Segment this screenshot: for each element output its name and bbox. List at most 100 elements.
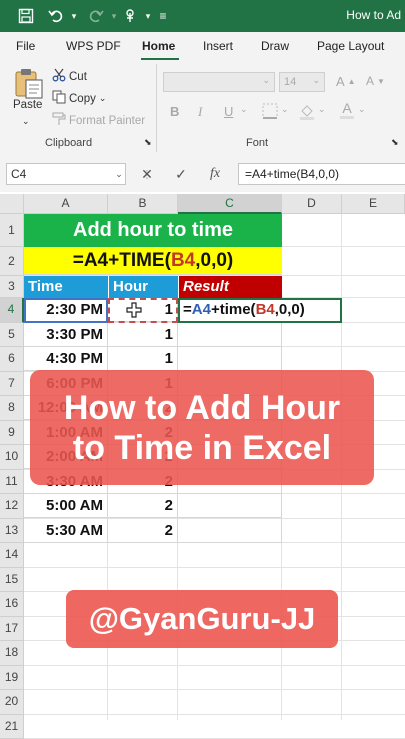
- channel-credit: @GyanGuru-JJ: [66, 590, 338, 648]
- formula-input[interactable]: =A4+time(B4,0,0): [238, 163, 405, 185]
- name-box-dropdown-icon[interactable]: ⌄: [112, 163, 126, 185]
- name-box-value: C4: [11, 167, 26, 181]
- col-header-d[interactable]: D: [282, 194, 342, 214]
- cut-label: Cut: [69, 71, 87, 83]
- row-header-21[interactable]: 21: [0, 715, 24, 739]
- formula-banner[interactable]: =A4+TIME(B4,0,0): [24, 247, 282, 275]
- font-group-label: Font: [246, 137, 268, 149]
- header-result[interactable]: Result: [178, 276, 282, 298]
- decrease-font-icon[interactable]: A▼: [366, 74, 385, 88]
- tab-wps-pdf[interactable]: WPS PDF: [66, 39, 121, 53]
- time-cell[interactable]: 4:30 PM: [24, 347, 108, 371]
- bold-button[interactable]: B: [170, 104, 179, 119]
- row-header-8[interactable]: 8: [0, 396, 24, 421]
- redo-icon[interactable]: [84, 5, 108, 27]
- row-header-6[interactable]: 6: [0, 347, 24, 372]
- row-header-19[interactable]: 19: [0, 666, 24, 691]
- time-cell[interactable]: 5:30 AM: [24, 519, 108, 543]
- row-header-13[interactable]: 13: [0, 519, 24, 544]
- title-banner[interactable]: Add hour to time: [24, 214, 282, 247]
- edit-ref-b4: B4: [256, 301, 275, 318]
- paste-button[interactable]: Paste: [13, 99, 42, 111]
- hour-cell[interactable]: 1: [108, 347, 178, 371]
- cut-button[interactable]: Cut: [52, 68, 87, 85]
- borders-icon[interactable]: [262, 103, 278, 119]
- gridline: [24, 665, 405, 666]
- row-header-14[interactable]: 14: [0, 543, 24, 568]
- row-header-9[interactable]: 9: [0, 421, 24, 446]
- gridline: [24, 689, 405, 690]
- tab-insert[interactable]: Insert: [203, 39, 233, 53]
- cancel-icon[interactable]: ✕: [134, 163, 160, 185]
- reference-highlight-a4: [24, 298, 108, 323]
- result-cell[interactable]: [178, 347, 282, 371]
- undo-icon[interactable]: [44, 5, 68, 27]
- row-header-3[interactable]: 3: [0, 276, 24, 298]
- row-header-2[interactable]: 2: [0, 247, 24, 276]
- enter-icon[interactable]: ✓: [168, 163, 194, 185]
- result-cell[interactable]: [178, 494, 282, 518]
- copy-button[interactable]: Copy ⌄: [52, 90, 106, 107]
- row-header-4[interactable]: 4: [0, 298, 24, 323]
- paste-icon[interactable]: [12, 66, 46, 100]
- touch-dropdown-icon[interactable]: ▾: [142, 5, 154, 27]
- copy-dropdown-icon[interactable]: ⌄: [99, 93, 107, 104]
- row-header-16[interactable]: 16: [0, 592, 24, 617]
- row-header-1[interactable]: 1: [0, 214, 24, 247]
- touch-mode-icon[interactable]: [118, 5, 142, 27]
- col-header-a[interactable]: A: [24, 194, 108, 214]
- row-header-7[interactable]: 7: [0, 372, 24, 397]
- undo-dropdown-icon[interactable]: ▾: [68, 5, 80, 27]
- title-overlay: How to Add Hour to Time in Excel: [30, 370, 374, 485]
- insert-function-icon[interactable]: fx: [202, 163, 228, 185]
- ribbon-home: Paste ⌄ Cut Copy ⌄ Format Painter Clipbo…: [0, 60, 405, 159]
- window-title: How to Ad: [346, 8, 401, 22]
- tab-home[interactable]: Home: [142, 39, 175, 53]
- row-header-5[interactable]: 5: [0, 323, 24, 348]
- col-header-e[interactable]: E: [342, 194, 405, 214]
- borders-dropdown-icon[interactable]: ⌄: [281, 104, 289, 115]
- customize-icon[interactable]: ≡: [155, 5, 171, 27]
- select-all-corner[interactable]: [0, 194, 24, 214]
- fill-color-icon[interactable]: [298, 102, 316, 120]
- italic-button[interactable]: I: [198, 104, 202, 120]
- paste-dropdown-icon[interactable]: ⌄: [22, 116, 30, 127]
- format-painter-button[interactable]: Format Painter: [52, 112, 145, 129]
- clipboard-launcher-icon[interactable]: ⬊: [144, 137, 152, 148]
- fill-dropdown-icon[interactable]: ⌄: [318, 104, 326, 115]
- result-cell[interactable]: [178, 519, 282, 543]
- time-cell[interactable]: 5:00 AM: [24, 494, 108, 518]
- font-size-select[interactable]: 14 ⌄: [279, 72, 325, 92]
- tab-draw[interactable]: Draw: [261, 39, 289, 53]
- name-box[interactable]: C4: [6, 163, 126, 185]
- hour-cell[interactable]: 2: [108, 494, 178, 518]
- hour-cell[interactable]: 1: [108, 323, 178, 347]
- row-header-12[interactable]: 12: [0, 494, 24, 519]
- col-header-c[interactable]: C: [178, 194, 282, 214]
- editing-cell-c4[interactable]: =A4+time(B4,0,0): [178, 298, 342, 323]
- time-cell[interactable]: 3:30 PM: [24, 323, 108, 347]
- row-header-15[interactable]: 15: [0, 568, 24, 593]
- tab-page-layout[interactable]: Page Layout: [317, 39, 384, 53]
- font-color-button[interactable]: A: [340, 100, 354, 119]
- font-size-value: 14: [284, 76, 296, 88]
- save-icon[interactable]: [14, 5, 38, 27]
- font-launcher-icon[interactable]: ⬊: [391, 137, 399, 148]
- row-header-10[interactable]: 10: [0, 445, 24, 470]
- tab-file[interactable]: File: [16, 39, 35, 53]
- font-name-select[interactable]: ⌄: [163, 72, 275, 92]
- row-header-17[interactable]: 17: [0, 617, 24, 642]
- col-header-b[interactable]: B: [108, 194, 178, 214]
- underline-button[interactable]: U: [224, 104, 233, 119]
- header-hour[interactable]: Hour: [108, 276, 178, 298]
- font-color-dropdown-icon[interactable]: ⌄: [358, 104, 366, 115]
- edit-part: +time(: [211, 301, 256, 318]
- row-header-20[interactable]: 20: [0, 690, 24, 715]
- hour-cell[interactable]: 2: [108, 519, 178, 543]
- row-header-11[interactable]: 11: [0, 470, 24, 495]
- underline-dropdown-icon[interactable]: ⌄: [240, 104, 248, 115]
- increase-font-icon[interactable]: A▲: [336, 74, 356, 89]
- result-cell[interactable]: [178, 323, 282, 347]
- header-time[interactable]: Time: [24, 276, 108, 298]
- row-header-18[interactable]: 18: [0, 641, 24, 666]
